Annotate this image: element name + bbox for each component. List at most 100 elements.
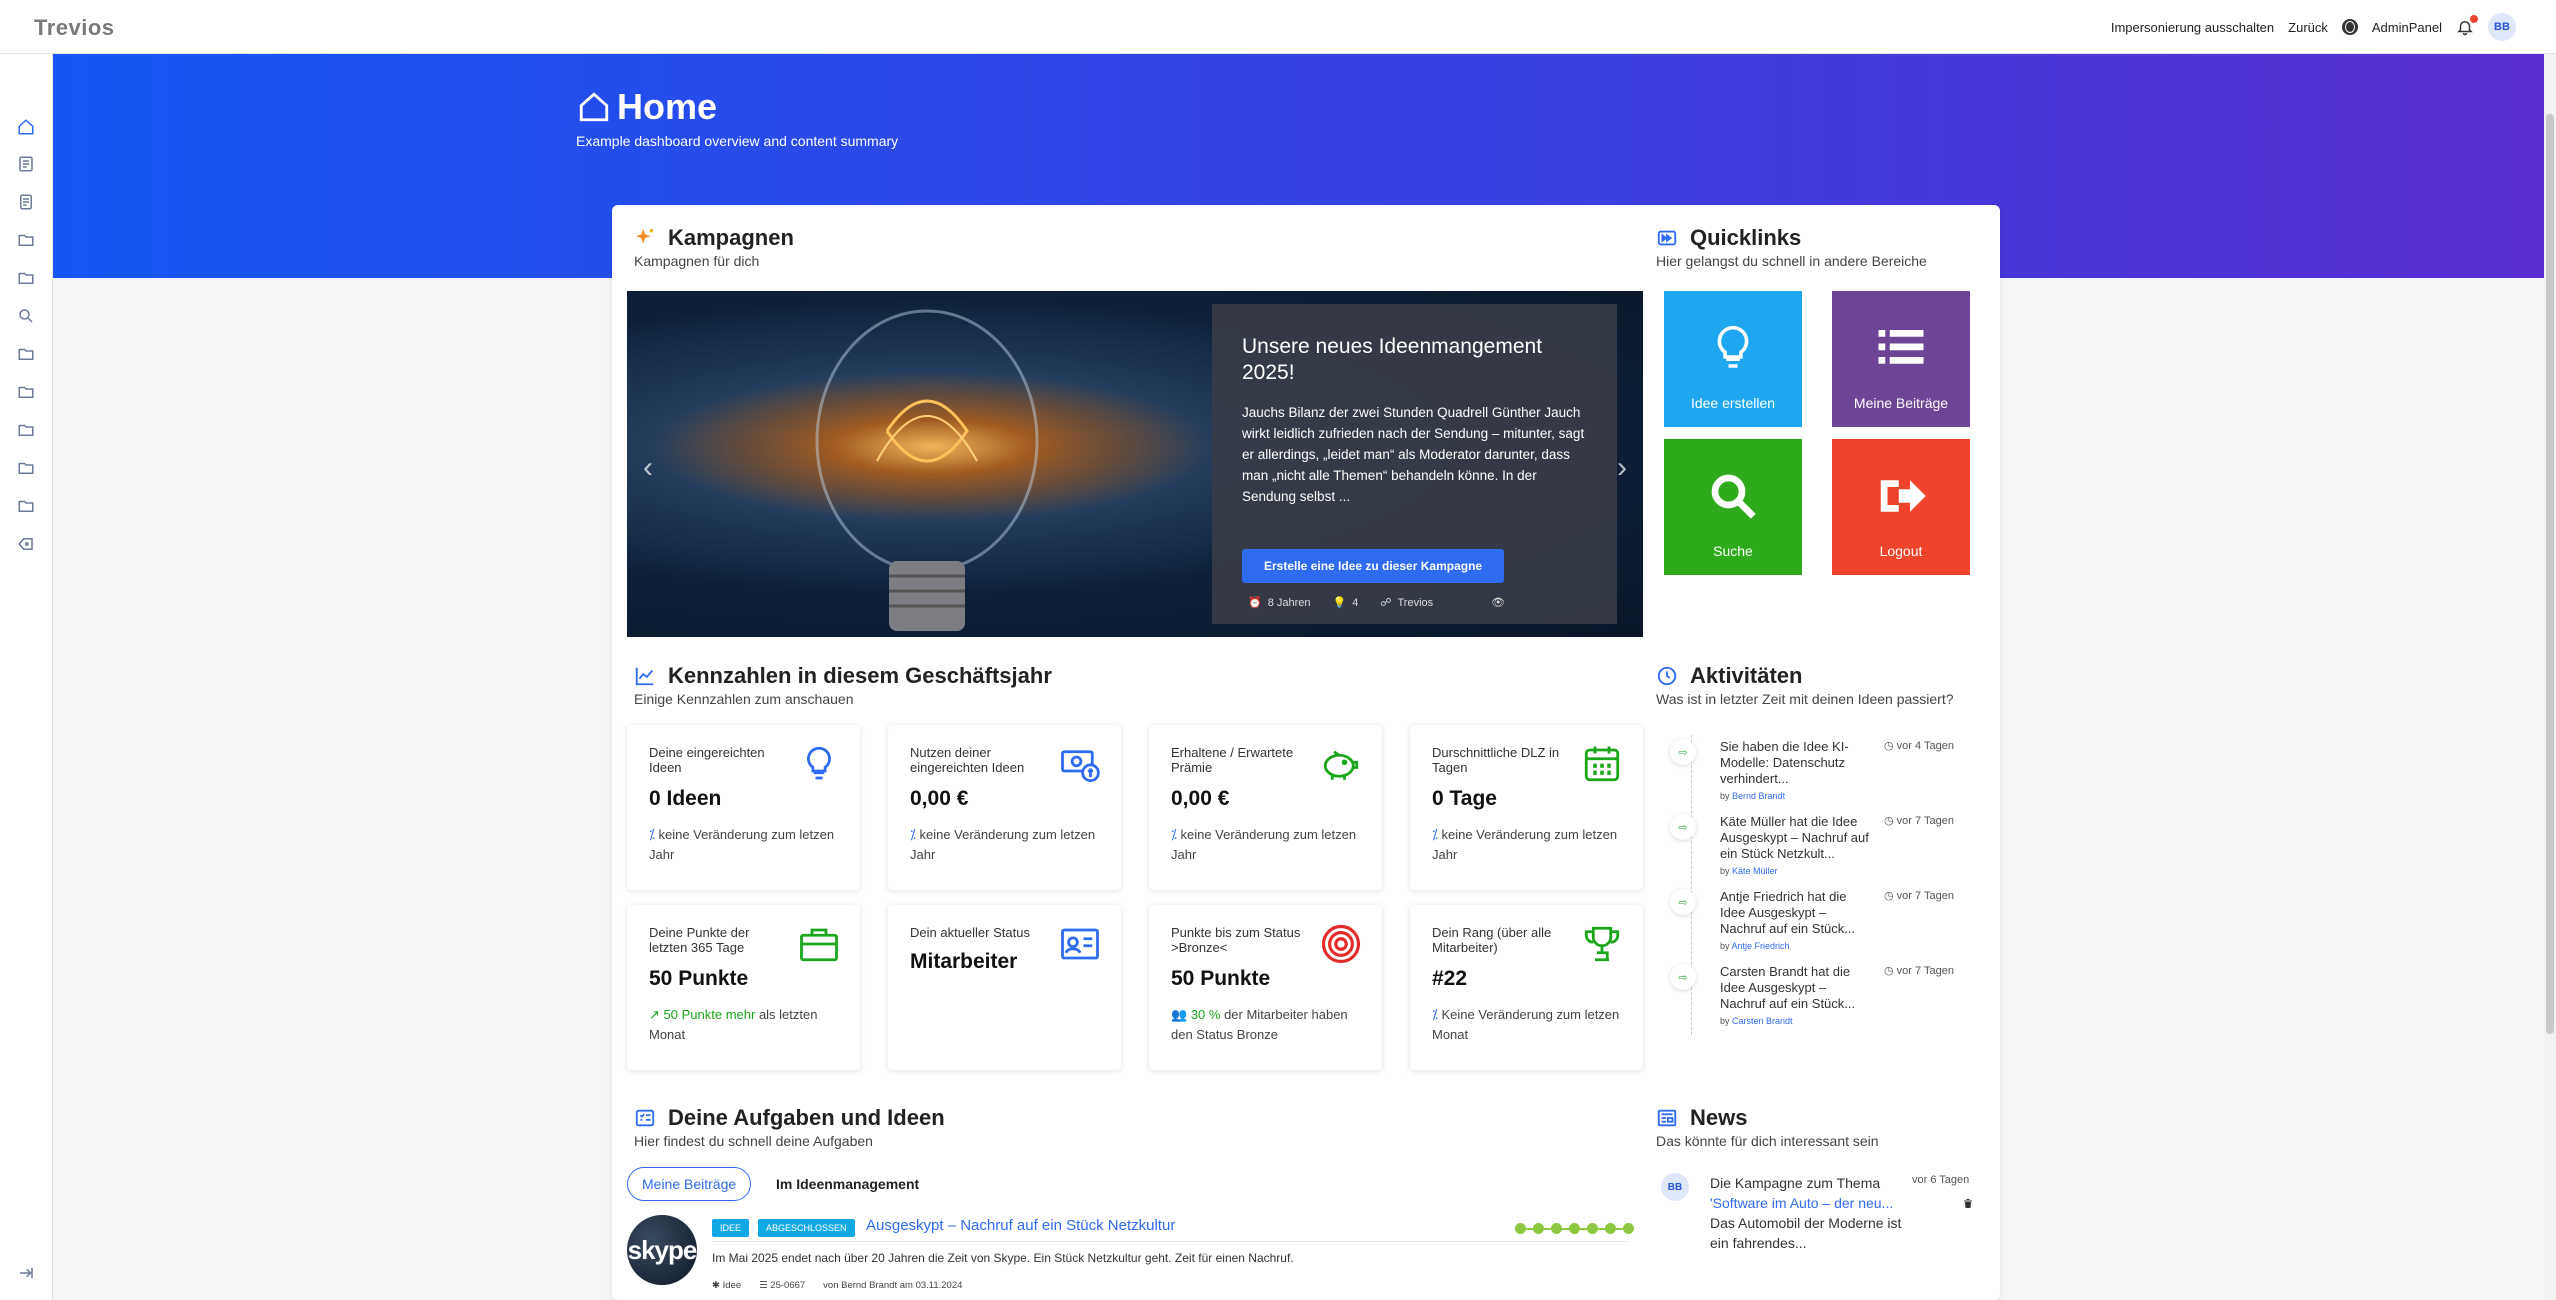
folder-icon[interactable] [17, 421, 35, 439]
carousel-next-button[interactable]: › [1617, 451, 1627, 485]
carousel-prev-button[interactable]: ‹ [643, 451, 653, 485]
user-avatar[interactable]: BB [2488, 13, 2516, 41]
search-icon[interactable] [17, 307, 35, 325]
kpi-value: 50 Punkte [649, 967, 749, 990]
page-subtitle: Example dashboard overview and content s… [576, 133, 899, 149]
target-icon [1321, 924, 1361, 964]
page-scrollbar[interactable] [2544, 54, 2556, 1300]
progress-connector [1616, 1227, 1623, 1230]
campaigns-header: Kampagnen Kampagnen für dich [634, 225, 794, 269]
quicklink-logout[interactable]: Logout [1832, 439, 1970, 575]
progress-connector [1544, 1227, 1551, 1230]
folder-icon[interactable] [17, 383, 35, 401]
campaign-caption: Unsere neues Ideenmangement 2025! Jauchs… [1212, 304, 1617, 624]
folder-icon[interactable] [17, 345, 35, 363]
kpi-note: keine Veränderung zum letzen Jahr [1171, 827, 1357, 862]
logout-icon[interactable] [17, 535, 35, 553]
tasks-header: Deine Aufgaben und Ideen Hier findest du… [634, 1105, 945, 1149]
task-description: Im Mai 2025 endet nach über 20 Jahren di… [712, 1251, 1294, 1265]
kpi-note: keine Veränderung zum letzen Jahr [1432, 827, 1618, 862]
kpi-current-status[interactable]: Dein aktueller Status Mitarbeiter [888, 905, 1121, 1070]
users-icon: 👥 [1171, 1007, 1188, 1022]
campaign-meta-owner: Trevios [1397, 596, 1434, 609]
create-idea-for-campaign-button[interactable]: Erstelle eine Idee zu dieser Kampagne [1242, 549, 1505, 583]
activity-time: vor 7 Tagen [1896, 815, 1954, 827]
activity-by-prefix: by [1720, 1016, 1730, 1026]
folder-icon[interactable] [17, 231, 35, 249]
campaign-carousel[interactable]: ‹ › Unsere neues Ideenmangement 2025! Ja… [627, 291, 1643, 637]
top-nav: Impersonierung ausschalten Zurück AdminP… [2111, 0, 2516, 54]
kpi-value: 0,00 € [910, 787, 969, 810]
progress-connector [1562, 1227, 1569, 1230]
globe-icon[interactable] [2341, 19, 2358, 35]
activity-author-link[interactable]: Antje Friedrich [1732, 941, 1790, 951]
task-avatar[interactable]: skype [627, 1215, 697, 1285]
bell-icon[interactable] [2456, 15, 2478, 37]
activity-author-link[interactable]: Bernd Brandt [1732, 791, 1785, 801]
newspaper-icon [1657, 1109, 1677, 1127]
kpi-avg-lead-time[interactable]: Durschnittliche DLZ in Tagen 0 Tage ⁒ ke… [1410, 725, 1643, 890]
progress-step [1533, 1223, 1544, 1234]
home-icon[interactable] [17, 118, 35, 136]
impersonation-off-link[interactable]: Impersonierung ausschalten [2111, 20, 2274, 35]
news-author-avatar[interactable]: BB [1661, 1173, 1689, 1201]
collapse-arrow-icon[interactable] [17, 1264, 35, 1282]
task-meta: ✱ Idee ☰ 25-0667 von Bernd Brandt am 03.… [712, 1280, 962, 1291]
progress-connector [1598, 1227, 1605, 1230]
kpi-points-to-bronze[interactable]: Punkte bis zum Status >Bronze< 50 Punkte… [1149, 905, 1382, 1070]
trash-icon[interactable] [1962, 1197, 1974, 1210]
task-title-link[interactable]: Ausgeskypt – Nachruf auf ein Stück Netzk… [866, 1217, 1175, 1234]
quicklink-logout-label: Logout [1879, 543, 1923, 559]
activity-time: vor 4 Tagen [1896, 740, 1954, 752]
kpi-rank[interactable]: Dein Rang (über alle Mitarbeiter) #22 ⁒ … [1410, 905, 1643, 1070]
news-text-intro: Die Kampagne zum Thema [1710, 1175, 1881, 1191]
sidebar [0, 54, 53, 1300]
progress-step [1605, 1223, 1616, 1234]
eye-icon[interactable]: 👁 [1491, 596, 1505, 609]
quicklinks-title: Quicklinks [1690, 225, 1802, 250]
news-item[interactable]: Die Kampagne zum Thema 'Software im Auto… [1710, 1173, 1905, 1253]
folder-icon[interactable] [17, 269, 35, 287]
back-link[interactable]: Zurück [2288, 20, 2328, 35]
kpi-value: 0 Tage [1432, 787, 1497, 810]
document-icon[interactable] [17, 155, 35, 173]
badge-status: ABGESCHLOSSEN [758, 1219, 855, 1237]
kpis-subtitle: Einige Kennzahlen zum anschauen [634, 691, 854, 707]
progress-connector [1526, 1227, 1533, 1230]
user-icon: ☍ [1380, 597, 1392, 609]
percent-icon: ⁒ [1432, 827, 1438, 842]
quicklink-create-idea[interactable]: Idee erstellen [1664, 291, 1802, 427]
tab-idea-management[interactable]: Im Ideenmanagement [762, 1168, 933, 1200]
news-link[interactable]: 'Software im Auto – der neu... [1710, 1193, 1905, 1213]
page-title-text: Home [617, 86, 718, 127]
scrollbar-thumb[interactable] [2546, 114, 2554, 1034]
activity-time: vor 7 Tagen [1896, 965, 1954, 977]
news-text-body: Das Automobil der Moderne ist ein fahren… [1710, 1215, 1902, 1251]
document-icon[interactable] [17, 193, 35, 211]
folder-icon[interactable] [17, 459, 35, 477]
quicklink-my-posts[interactable]: Meine Beiträge [1832, 291, 1970, 427]
task-divider [712, 1241, 1627, 1242]
folder-icon[interactable] [17, 497, 35, 515]
activity-author-link[interactable]: Carsten Brandt [1732, 1016, 1793, 1026]
kpi-points-year[interactable]: Deine Punkte der letzten 365 Tage 50 Pun… [627, 905, 860, 1070]
kpi-label: Dein aktueller Status [910, 925, 1030, 940]
campaigns-subtitle: Kampagnen für dich [634, 253, 760, 269]
progress-step [1587, 1223, 1598, 1234]
kpi-label: Nutzen deiner eingereichten Ideen [910, 745, 1025, 775]
kpi-submitted-ideas[interactable]: Deine eingereichten Ideen 0 Ideen ⁒ kein… [627, 725, 860, 890]
quicklink-search[interactable]: Suche [1664, 439, 1802, 575]
activities-header: Aktivitäten Was ist in letzter Zeit mit … [1656, 663, 1954, 707]
kpi-label: Erhaltene / Erwartete Prämie [1171, 745, 1294, 775]
admin-panel-link[interactable]: AdminPanel [2372, 20, 2442, 35]
news-time: vor 6 Tagen [1912, 1174, 1970, 1186]
activity-author-link[interactable]: Käte Müller [1732, 866, 1778, 876]
quicklinks-header: Quicklinks Hier gelangst du schnell in a… [1656, 225, 1927, 269]
tasks-title: Deine Aufgaben und Ideen [668, 1105, 945, 1130]
kpi-bonus[interactable]: Erhaltene / Erwartete Prämie 0,00 € ⁒ ke… [1149, 725, 1382, 890]
app-logo[interactable]: Trevios [34, 15, 115, 41]
logout-icon [1880, 480, 1926, 512]
tab-my-posts[interactable]: Meine Beiträge [627, 1167, 752, 1201]
lightbulb-icon [807, 746, 831, 780]
kpi-idea-value[interactable]: Nutzen deiner eingereichten Ideen 0,00 €… [888, 725, 1121, 890]
